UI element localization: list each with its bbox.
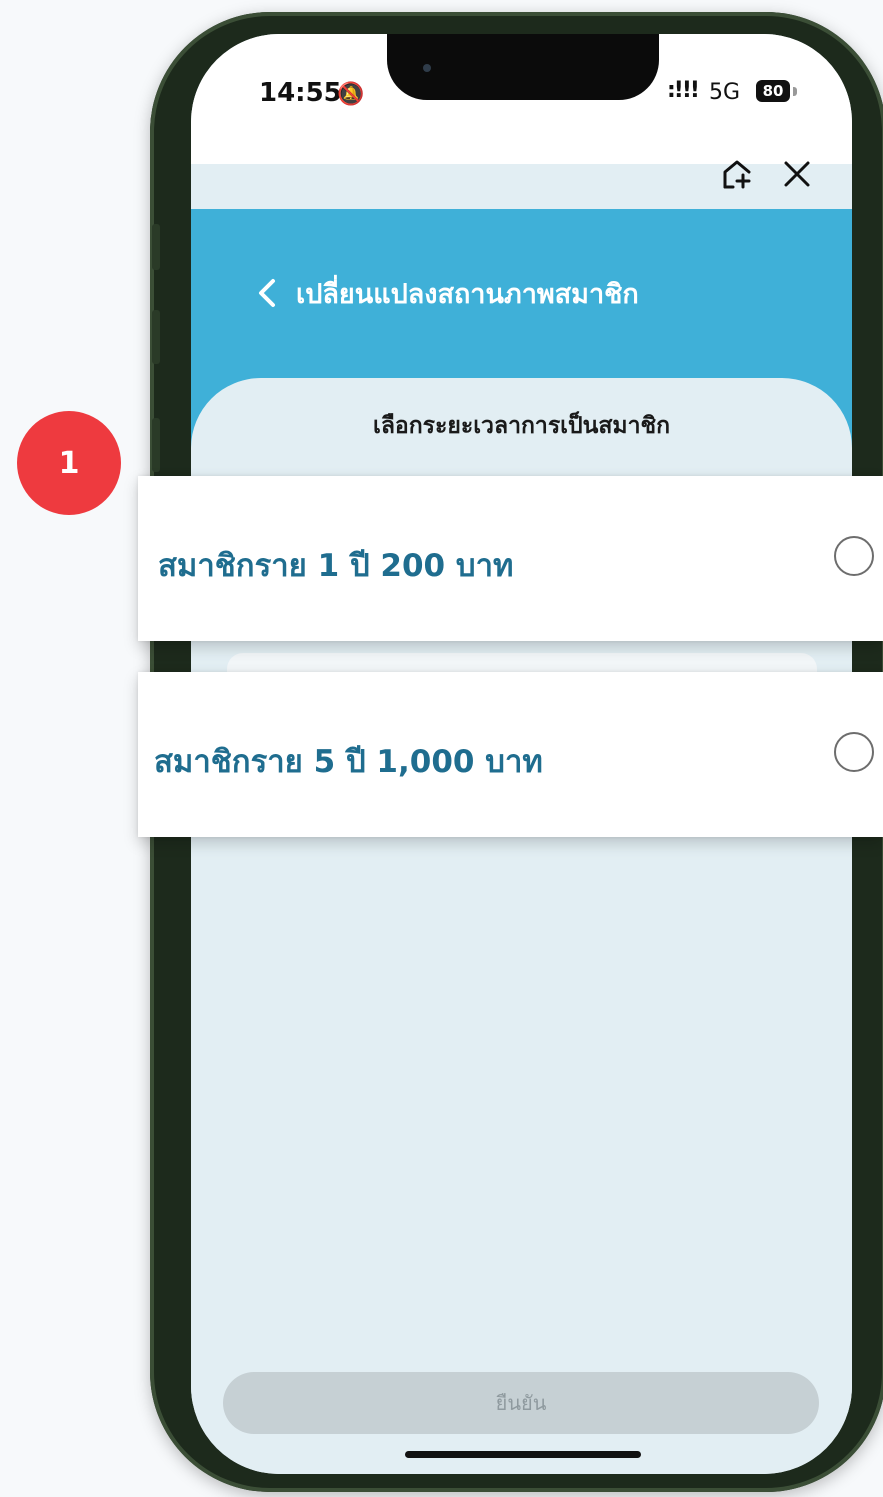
step-badge: 1 (17, 411, 121, 515)
home-indicator[interactable] (405, 1451, 641, 1458)
battery-icon: 80 (756, 80, 790, 102)
battery-level: 80 (762, 82, 784, 100)
confirm-label: ยืนยัน (495, 1391, 547, 1415)
bell-slash-icon: 🔕 (337, 82, 365, 107)
signal-bars-icon: :!!! (667, 78, 700, 103)
volume-up-button (152, 310, 160, 364)
membership-option-1-year[interactable]: สมาชิกราย 1 ปี 200 บาท (138, 476, 883, 641)
battery-tip (793, 87, 797, 96)
radio-icon[interactable] (834, 732, 874, 772)
status-bar: 14:55 🔕 :!!! 5G 80 (191, 34, 852, 164)
membership-option-5-year[interactable]: สมาชิกราย 5 ปี 1,000 บาท (138, 672, 883, 837)
radio-icon[interactable] (834, 536, 874, 576)
section-title: เลือกระยะเวลาการเป็นสมาชิก (372, 413, 671, 439)
network-type: 5G (709, 80, 741, 105)
close-icon[interactable] (781, 158, 813, 190)
option-label: สมาชิกราย 1 ปี 200 บาท (158, 548, 514, 584)
option-label: สมาชิกราย 5 ปี 1,000 บาท (154, 744, 543, 780)
camera-icon (423, 64, 431, 72)
confirm-button[interactable]: ยืนยัน (223, 1372, 819, 1434)
silent-switch (152, 224, 160, 270)
status-time: 14:55 (259, 78, 342, 108)
add-to-home-icon[interactable] (721, 158, 757, 190)
chevron-left-icon[interactable] (255, 277, 279, 309)
volume-down-button (152, 418, 160, 472)
page-title: เปลี่ยนแปลงสถานภาพสมาชิก (296, 279, 639, 310)
